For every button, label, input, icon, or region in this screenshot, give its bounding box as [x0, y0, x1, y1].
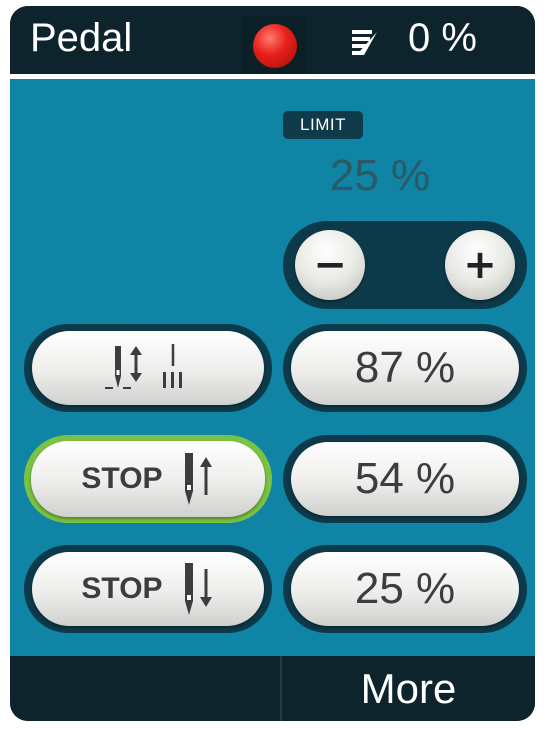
- speed-2-value: 54 %: [354, 454, 456, 503]
- bobbin-thread-icon: [352, 30, 377, 55]
- needle-up-down-icon: [105, 344, 182, 389]
- stop-needle-up-button[interactable]: STOP: [31, 441, 265, 517]
- decrease-button[interactable]: −: [295, 230, 365, 300]
- speed-1-button[interactable]: 87 %: [291, 331, 519, 405]
- speed-2-button[interactable]: 54 %: [291, 442, 519, 516]
- limit-value: 25 %: [329, 151, 431, 200]
- more-label: More: [360, 664, 457, 712]
- record-dot-icon: [253, 24, 297, 68]
- bobbin-value: 0 %: [408, 16, 477, 60]
- increase-button[interactable]: +: [445, 230, 515, 300]
- page-title: Pedal: [30, 16, 133, 60]
- footer-left-slot: [10, 656, 280, 721]
- limit-stepper: − +: [283, 221, 527, 309]
- needle-stop-up-icon: [184, 453, 212, 505]
- needle-mode-button[interactable]: [32, 331, 264, 405]
- pedal-panel: LIMIT 25 % − + 87 % STOP 54 % STOP 25 %: [10, 79, 535, 656]
- record-button[interactable]: [243, 16, 307, 78]
- limit-badge: LIMIT: [283, 111, 363, 139]
- speed-3-button[interactable]: 25 %: [291, 552, 519, 626]
- speed-2-well: 54 %: [283, 435, 527, 523]
- footer-bar: More: [10, 656, 535, 721]
- speed-1-well: 87 %: [283, 324, 527, 412]
- header-bar: Pedal 0 %: [10, 6, 535, 78]
- needle-mode-well: [24, 324, 272, 412]
- needle-stop-down-icon: [184, 563, 212, 615]
- stop-needle-down-button[interactable]: STOP: [32, 552, 264, 626]
- stop-down-well: STOP: [24, 545, 272, 633]
- stop-up-well: STOP: [24, 435, 272, 523]
- speed-1-value: 87 %: [354, 343, 456, 392]
- stop-down-label: STOP: [81, 572, 163, 605]
- pedal-screen: Pedal 0 % LIMIT 25 % − + 87 % STOP 54 % …: [10, 6, 535, 721]
- more-button[interactable]: More: [282, 656, 535, 721]
- speed-3-value: 25 %: [354, 564, 456, 613]
- stop-up-label: STOP: [81, 462, 163, 495]
- speed-3-well: 25 %: [283, 545, 527, 633]
